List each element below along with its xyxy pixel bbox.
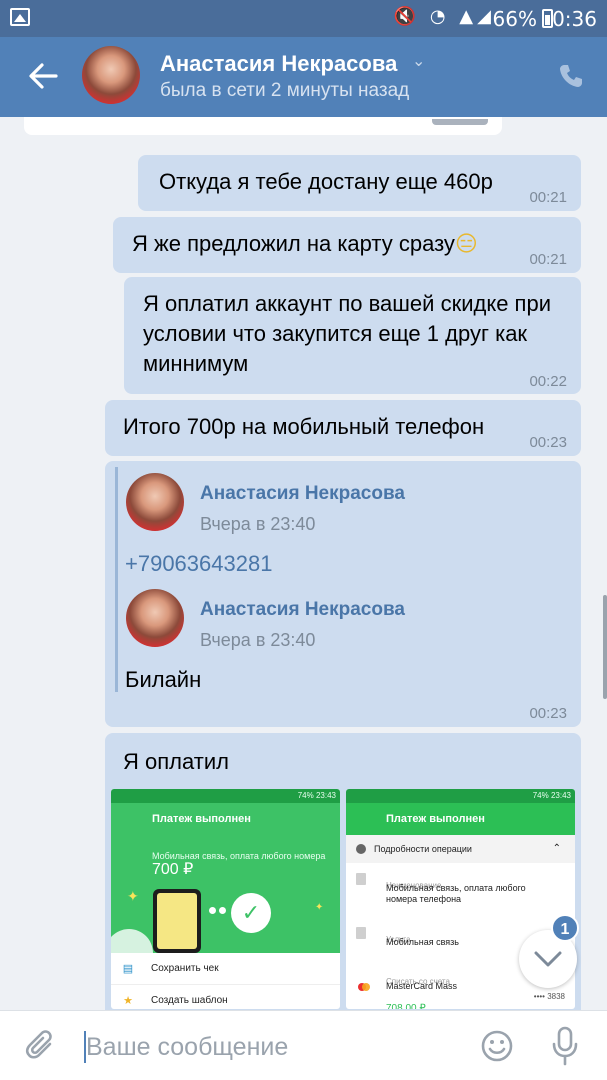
screenshot-status-bar: 74% 23:43: [346, 789, 575, 803]
message-text: Я же предложил на карту сразу😑: [132, 229, 478, 260]
message-time: 00:23: [529, 705, 567, 722]
receipt-icon: ▤: [122, 963, 134, 975]
status-icons: 🔇 ◔ ▲◢: [393, 6, 495, 27]
message-list[interactable]: Откуда я тебе достану еще 460р 00:21 Я ж…: [0, 117, 607, 1010]
previous-message-card: [24, 117, 502, 135]
chevron-up-icon[interactable]: ⌃: [553, 835, 561, 863]
message-bubble[interactable]: Я же предложил на карту сразу😑 00:21: [113, 217, 581, 273]
expressionless-emoji-icon: 😑: [454, 232, 478, 257]
save-receipt-label: Сохранить чек: [151, 963, 219, 974]
field-value: Мобильная связь, оплата любого номера те…: [386, 883, 526, 904]
message-text: Я оплатил: [123, 749, 229, 774]
message-input[interactable]: [86, 1027, 456, 1067]
emoji-icon[interactable]: [480, 1029, 514, 1063]
operation-details-section[interactable]: Подробности операции ⌃: [346, 835, 575, 863]
forwarded-text: Билайн: [125, 667, 202, 692]
message-time: 00:22: [529, 373, 567, 390]
forwarded-message-bubble[interactable]: Анастасия Некрасова Вчера в 23:40 +79063…: [105, 461, 581, 727]
receipt-screenshot-left[interactable]: 74% 23:43 Платеж выполнен Мобильная связ…: [111, 789, 340, 1009]
message-text: Я оплатил аккаунт по вашей скидке при ус…: [143, 291, 551, 376]
forwarded-author-name[interactable]: Анастасия Некрасова: [200, 595, 405, 625]
microphone-icon[interactable]: [550, 1026, 580, 1066]
mastercard-icon: [358, 983, 370, 991]
scrollbar[interactable]: [603, 595, 607, 699]
forwarded-author-avatar[interactable]: [126, 589, 184, 647]
forwarded-author-avatar[interactable]: [126, 473, 184, 531]
field-value: MasterCard Mass: [386, 981, 458, 991]
forwarded-phone-link[interactable]: +79063643281: [125, 549, 272, 579]
message-time: 00:21: [529, 189, 567, 206]
star-icon: ★: [123, 995, 133, 1007]
message-time: 00:21: [529, 251, 567, 268]
message-text: Откуда я тебе достану еще 460р: [159, 169, 493, 194]
message-text-content: Я же предложил на карту сразу: [132, 231, 455, 256]
contact-name[interactable]: Анастасия Некрасова: [160, 51, 397, 77]
save-receipt-action[interactable]: ▤ Сохранить чек: [111, 953, 340, 985]
payment-title: Платеж выполнен: [152, 813, 251, 825]
document-icon: [356, 873, 366, 885]
status-bar: 🔇 ◔ ▲◢ 66% 0:36: [0, 0, 607, 37]
message-time: 00:23: [529, 434, 567, 451]
info-icon: [356, 844, 366, 854]
star-illustration: ✦: [127, 888, 139, 904]
phone-icon[interactable]: [557, 62, 585, 90]
message-text: Итого 700р на мобильный телефон: [123, 414, 485, 439]
phone-illustration: [153, 889, 201, 953]
paperclip-icon[interactable]: [24, 1029, 58, 1063]
chat-header: Анастасия Некрасова ⌄ была в сети 2 мину…: [0, 37, 607, 117]
charged-amount: 708,00 ₽: [386, 1003, 426, 1009]
unread-badge: 1: [551, 914, 579, 942]
back-arrow-icon[interactable]: [26, 59, 60, 93]
forward-indicator: [115, 467, 118, 692]
previous-card-button[interactable]: [432, 119, 488, 125]
contact-avatar[interactable]: [82, 46, 140, 104]
forwarded-date: Вчера в 23:40: [200, 514, 316, 534]
forwarded-author-name[interactable]: Анастасия Некрасова: [200, 479, 405, 509]
operation-details-label: Подробности операции: [374, 844, 472, 854]
create-template-label: Создать шаблон: [151, 995, 228, 1006]
battery-level: 66%: [492, 7, 537, 31]
message-bubble[interactable]: Откуда я тебе достану еще 460р 00:21: [138, 155, 581, 211]
chevron-down-icon[interactable]: ⌄: [412, 51, 425, 71]
message-bubble[interactable]: Я оплатил аккаунт по вашей скидке при ус…: [124, 277, 581, 394]
photo-message-bubble[interactable]: Я оплатил 74% 23:43 Платеж выполнен Моби…: [105, 733, 581, 1010]
composer-bar: [0, 1010, 607, 1080]
forwarded-date: Вчера в 23:40: [200, 630, 316, 650]
gallery-icon: [10, 8, 30, 26]
payment-amount: 700 ₽: [152, 861, 194, 878]
check-icon: ✓: [231, 893, 271, 933]
screenshot-status-bar: 74% 23:43: [111, 789, 340, 803]
star-illustration: ✦: [315, 902, 324, 913]
create-template-action[interactable]: ★ Создать шаблон: [111, 985, 340, 1009]
payment-title: Платеж выполнен: [346, 803, 575, 835]
dots-illustration: [209, 907, 227, 915]
clock: 0:36: [552, 7, 597, 31]
chevron-down-icon: [534, 951, 562, 967]
document-icon: [356, 927, 366, 939]
contact-last-seen: была в сети 2 минуты назад: [160, 80, 410, 101]
message-bubble[interactable]: Итого 700р на мобильный телефон 00:23: [105, 400, 581, 456]
